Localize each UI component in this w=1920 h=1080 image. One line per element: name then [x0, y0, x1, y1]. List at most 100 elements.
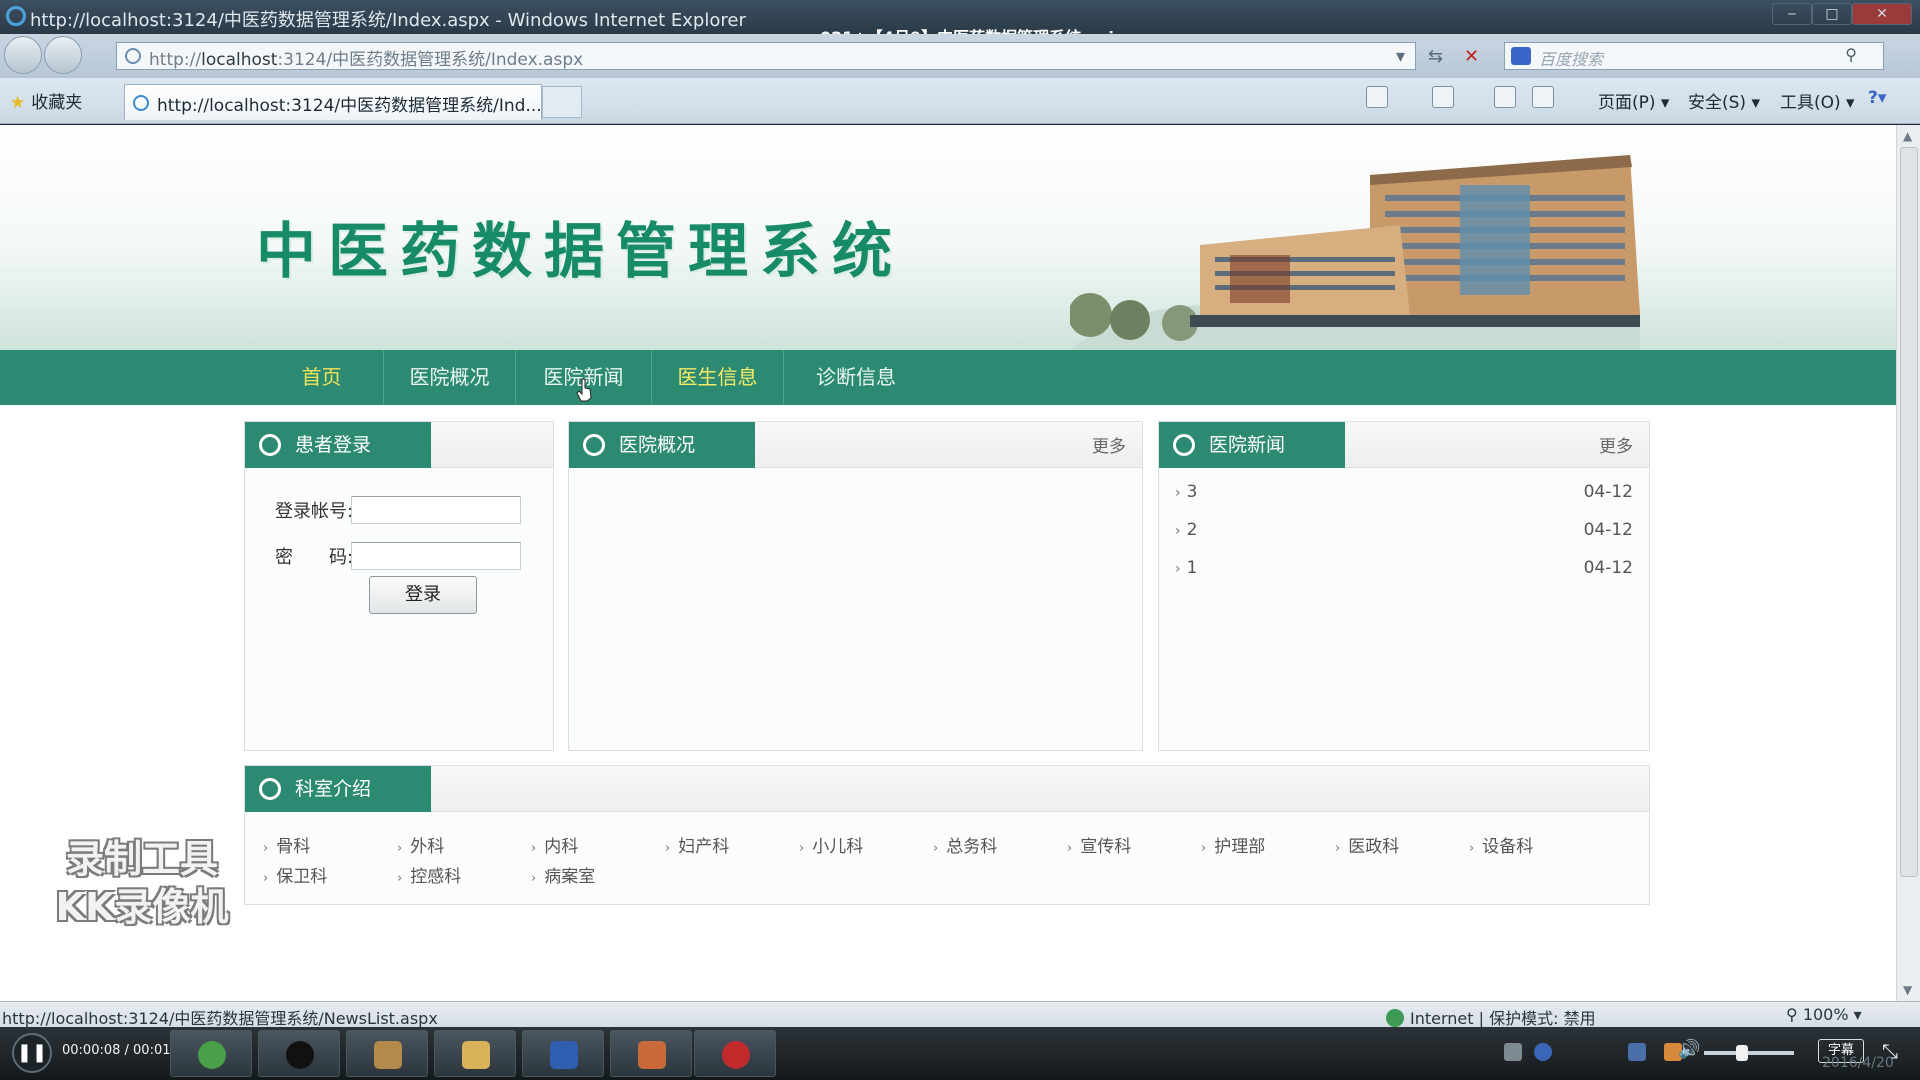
forward-button[interactable]	[44, 36, 82, 74]
news-more-link[interactable]: 更多	[1599, 432, 1633, 457]
tools-menu[interactable]: 工具(O) ▾	[1780, 88, 1855, 113]
dept-label: 护理部	[1214, 837, 1266, 857]
dept-label: 宣传科	[1080, 837, 1132, 857]
address-bar[interactable]: http://localhost:3124/中医药数据管理系统/Index.as…	[116, 42, 1416, 70]
chevron-right-icon: ›	[1175, 561, 1181, 577]
refresh-icon[interactable]: ⇆	[1428, 46, 1443, 67]
taskbar-app[interactable]	[346, 1030, 428, 1077]
news-item-title[interactable]: 3	[1187, 482, 1198, 502]
dept-label: 总务科	[946, 837, 998, 857]
dept-link[interactable]: › 宣传科	[1067, 832, 1131, 857]
chevron-right-icon: ›	[263, 871, 269, 886]
nav-hospital-overview[interactable]: 医院概况	[384, 350, 516, 405]
news-item-title[interactable]: 1	[1187, 558, 1198, 578]
print-icon[interactable]	[1532, 86, 1554, 108]
watermark-line1: 录制工具	[65, 837, 218, 881]
news-item-title[interactable]: 2	[1187, 520, 1198, 540]
nav-diagnosis-info[interactable]: 诊断信息	[784, 350, 928, 405]
fullscreen-icon[interactable]: ⤡	[1882, 1039, 1898, 1063]
dept-link[interactable]: › 总务科	[933, 832, 997, 857]
close-window-button[interactable]: ✕	[1852, 3, 1912, 25]
hospital-building-image	[1070, 155, 1640, 350]
dept-link[interactable]: › 设备科	[1469, 832, 1533, 857]
account-input[interactable]	[351, 496, 521, 524]
departments-panel-header: 科室介绍	[245, 766, 1649, 812]
chevron-right-icon: ›	[799, 841, 805, 856]
scroll-down-icon[interactable]: ▼	[1903, 983, 1912, 997]
dept-label: 妇产科	[678, 837, 730, 857]
login-button[interactable]: 登录	[369, 576, 477, 614]
scroll-up-icon[interactable]: ▲	[1903, 129, 1912, 143]
news-item-date: 04-12	[1583, 558, 1633, 578]
status-url: http://localhost:3124/中医药数据管理系统/NewsList…	[2, 1009, 438, 1028]
chevron-right-icon: ›	[1335, 841, 1341, 856]
taskbar-app[interactable]	[694, 1030, 776, 1077]
minimize-button[interactable]: ‒	[1772, 3, 1812, 25]
dept-link[interactable]: › 医政科	[1335, 832, 1399, 857]
site-banner: 中医药数据管理系统	[0, 125, 1896, 350]
hand-cursor-icon	[576, 378, 592, 402]
tray-help-icon[interactable]	[1534, 1043, 1552, 1061]
password-label: 密 码:	[275, 547, 354, 568]
dept-link[interactable]: › 骨科	[263, 832, 310, 857]
departments-panel: 科室介绍 › 骨科 › 外科 › 内科 › 妇产科 › 小儿科 › 总务科 › 宣传科 › 护理…	[244, 765, 1650, 905]
dept-link[interactable]: › 内科	[531, 832, 578, 857]
overview-panel-title-text: 医院概况	[619, 434, 696, 456]
feeds-icon[interactable]	[1432, 86, 1454, 108]
security-zone[interactable]: Internet | 保护模式: 禁用	[1386, 1005, 1596, 1029]
tools-menu-label: 工具(O)	[1780, 93, 1841, 113]
address-dropdown-icon[interactable]: ▾	[1396, 46, 1405, 67]
tray-shield-icon[interactable]	[1628, 1043, 1646, 1061]
overview-more-link[interactable]: 更多	[1092, 432, 1126, 457]
dept-label: 内科	[544, 837, 579, 857]
taskbar-app[interactable]	[434, 1030, 516, 1077]
dept-link[interactable]: › 护理部	[1201, 832, 1265, 857]
back-button[interactable]	[4, 36, 42, 74]
nav-home[interactable]: 首页	[260, 350, 384, 405]
watermark-line2: KK录像机	[55, 885, 229, 929]
home-icon[interactable]	[1366, 86, 1388, 108]
new-tab-button[interactable]	[542, 86, 582, 118]
dept-link[interactable]: › 妇产科	[665, 832, 729, 857]
vertical-scrollbar[interactable]: ▲ ▼	[1896, 125, 1920, 1001]
password-input[interactable]	[351, 542, 521, 570]
page-menu[interactable]: 页面(P) ▾	[1598, 88, 1669, 113]
url-prefix: http://	[149, 50, 202, 70]
dept-link[interactable]: › 控感科	[397, 862, 461, 887]
favorites-button[interactable]: ★ 收藏夹	[10, 88, 82, 113]
dept-link[interactable]: › 病案室	[531, 862, 595, 887]
news-panel-title-text: 医院新闻	[1209, 434, 1286, 456]
taskbar-app[interactable]	[258, 1030, 340, 1077]
volume-slider[interactable]	[1704, 1051, 1794, 1055]
scroll-thumb[interactable]	[1900, 147, 1918, 877]
volume-knob[interactable]	[1736, 1045, 1748, 1061]
dept-label: 病案室	[544, 867, 596, 887]
zoom-level: 100%	[1802, 1005, 1849, 1024]
mail-icon[interactable]	[1494, 86, 1516, 108]
news-item[interactable]: › 1 04-12	[1175, 558, 1633, 588]
news-item[interactable]: › 3 04-12	[1175, 482, 1633, 512]
pause-button[interactable]: ❚❚	[12, 1033, 52, 1073]
search-icon[interactable]: ⚲	[1845, 45, 1857, 64]
volume-icon[interactable]: 🔊	[1678, 1039, 1700, 1060]
taskbar-app[interactable]	[170, 1030, 252, 1077]
dept-link[interactable]: › 保卫科	[263, 862, 327, 887]
taskbar-app[interactable]	[610, 1030, 692, 1077]
maximize-button[interactable]: □	[1812, 3, 1852, 25]
safety-menu[interactable]: 安全(S) ▾	[1688, 88, 1760, 113]
search-input[interactable]: 百度搜索 ⚲	[1504, 42, 1884, 70]
dept-link[interactable]: › 小儿科	[799, 832, 863, 857]
tray-keyboard-icon[interactable]	[1504, 1043, 1522, 1061]
taskbar-app[interactable]	[522, 1030, 604, 1077]
dept-link[interactable]: › 外科	[397, 832, 444, 857]
help-icon[interactable]: ?▾	[1868, 88, 1886, 108]
tab-current[interactable]: http://localhost:3124/中医药数据管理系统/Ind...	[124, 84, 542, 120]
circle-icon	[259, 434, 281, 456]
chevron-right-icon: ›	[397, 841, 403, 856]
news-item[interactable]: › 2 04-12	[1175, 520, 1633, 550]
nav-doctor-info[interactable]: 医生信息	[652, 350, 784, 405]
recorder-watermark: 录制工具 KK录像机	[44, 835, 240, 931]
dept-label: 小儿科	[812, 837, 864, 857]
stop-icon[interactable]: ✕	[1464, 46, 1479, 67]
zoom-control[interactable]: ⚲ 100% ▾	[1786, 1005, 1862, 1024]
